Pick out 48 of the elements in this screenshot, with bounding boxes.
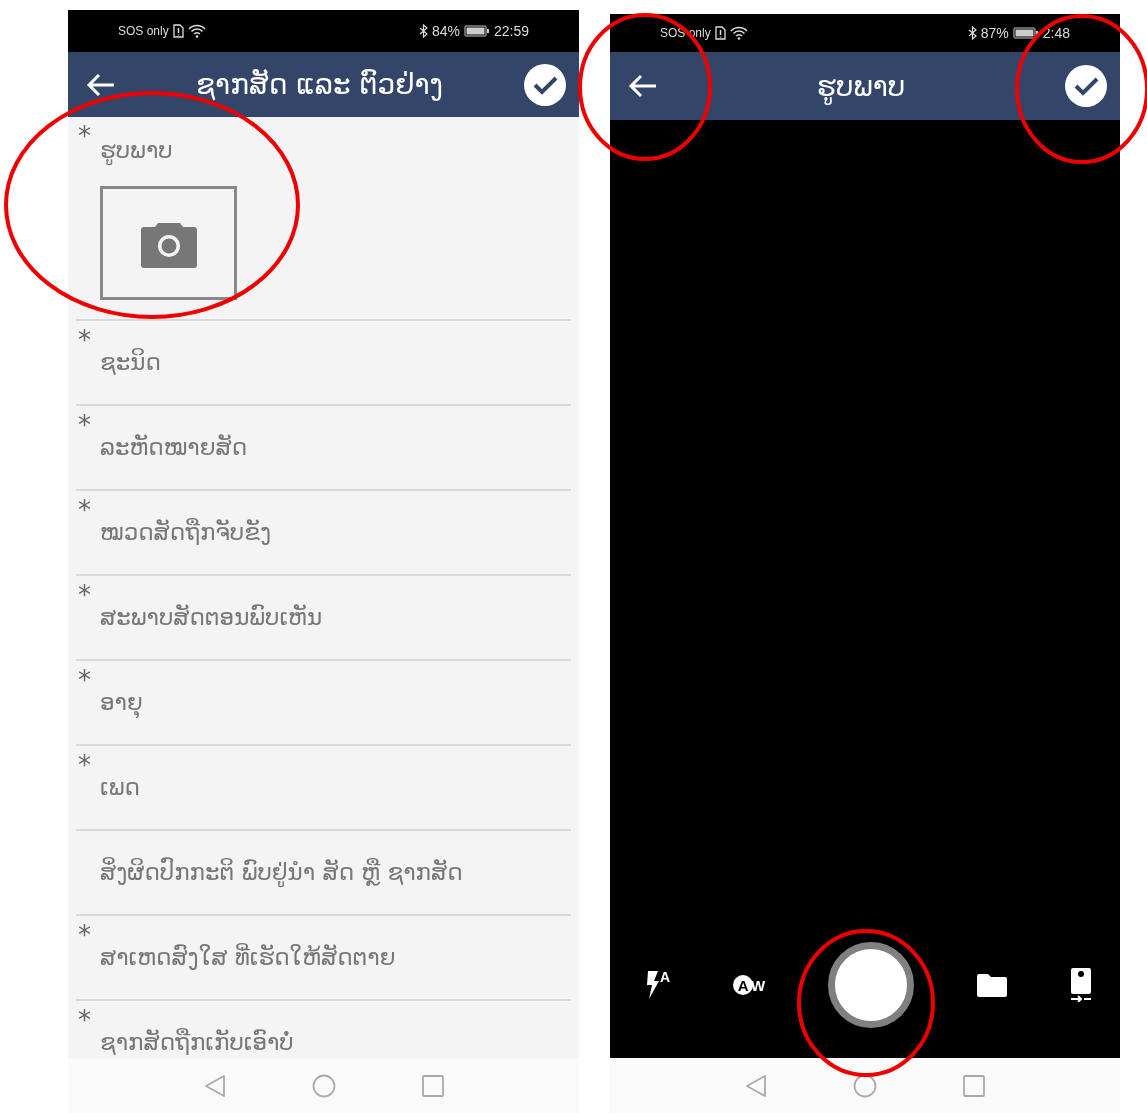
field-label[interactable]: ຊະນິດ bbox=[100, 349, 161, 376]
wifi-icon bbox=[729, 26, 748, 40]
gallery-button[interactable] bbox=[977, 973, 1008, 997]
clock-text: 22:59 bbox=[493, 23, 529, 39]
wifi-icon bbox=[187, 24, 206, 38]
battery-percent: 87% bbox=[980, 25, 1009, 41]
required-asterisk: * bbox=[78, 121, 91, 151]
screen-title: ຊາກສັດ ແລະ ຕົວຢ່າງ bbox=[195, 68, 444, 101]
field-label[interactable]: ສາເຫດສົງໃສ ທີ່ເຮັດໃຫ້ສັດຕາຍ bbox=[100, 944, 396, 971]
field-label[interactable]: ໝວດສັດຖືກຈັບຂັງ bbox=[100, 519, 272, 546]
flash-icon bbox=[646, 970, 660, 1000]
field-label[interactable]: ຮູບພາບ bbox=[100, 137, 173, 164]
back-arrow-icon bbox=[86, 71, 116, 98]
required-asterisk: * bbox=[78, 325, 91, 355]
back-arrow-icon bbox=[628, 73, 658, 99]
field-label[interactable]: ລະຫັດໝາຍສັດ bbox=[100, 434, 248, 461]
flash-auto-button[interactable]: A bbox=[646, 970, 671, 1000]
battery-percent: 84% bbox=[431, 23, 460, 39]
add-photo-button[interactable] bbox=[100, 186, 237, 300]
back-button[interactable] bbox=[86, 71, 116, 98]
field-label[interactable]: ຊາກສັດຖືກເກັບເອົາບໍ່ bbox=[100, 1029, 294, 1056]
confirm-button[interactable] bbox=[1064, 64, 1108, 108]
check-circle-icon bbox=[523, 62, 567, 107]
required-asterisk: * bbox=[78, 665, 91, 695]
check-circle-icon bbox=[1064, 64, 1108, 108]
carrier-text: SOS only bbox=[118, 24, 169, 38]
battery-icon bbox=[463, 25, 490, 37]
bluetooth-icon bbox=[967, 26, 977, 40]
sim-alert-icon bbox=[714, 26, 726, 40]
required-asterisk: * bbox=[78, 750, 91, 780]
confirm-button[interactable] bbox=[523, 62, 567, 107]
field-label[interactable]: ສະພາບສັດຕອນພົບເຫັນ bbox=[100, 604, 323, 631]
sim-alert-icon bbox=[172, 24, 184, 38]
required-asterisk: * bbox=[78, 920, 91, 950]
required-asterisk: * bbox=[78, 495, 91, 525]
folder-icon bbox=[977, 973, 1008, 997]
switch-camera-button[interactable] bbox=[1070, 968, 1092, 1002]
back-button[interactable] bbox=[628, 73, 658, 99]
required-asterisk: * bbox=[78, 580, 91, 610]
required-asterisk: * bbox=[78, 410, 91, 440]
shutter-button[interactable] bbox=[828, 942, 915, 1028]
screen-title: ຮູບພາບ bbox=[816, 69, 906, 103]
battery-icon bbox=[1012, 27, 1039, 39]
field-label[interactable]: ສິ່ງຜິດປົກກະຕິ ພົບຢູ່ນຳ ສັດ ຫຼື ຊາກສັດ bbox=[100, 859, 463, 886]
required-asterisk: * bbox=[78, 1005, 91, 1035]
bluetooth-icon bbox=[418, 24, 428, 38]
field-label[interactable]: ເພດ bbox=[100, 774, 140, 801]
switch-camera-icon bbox=[1070, 968, 1092, 1002]
